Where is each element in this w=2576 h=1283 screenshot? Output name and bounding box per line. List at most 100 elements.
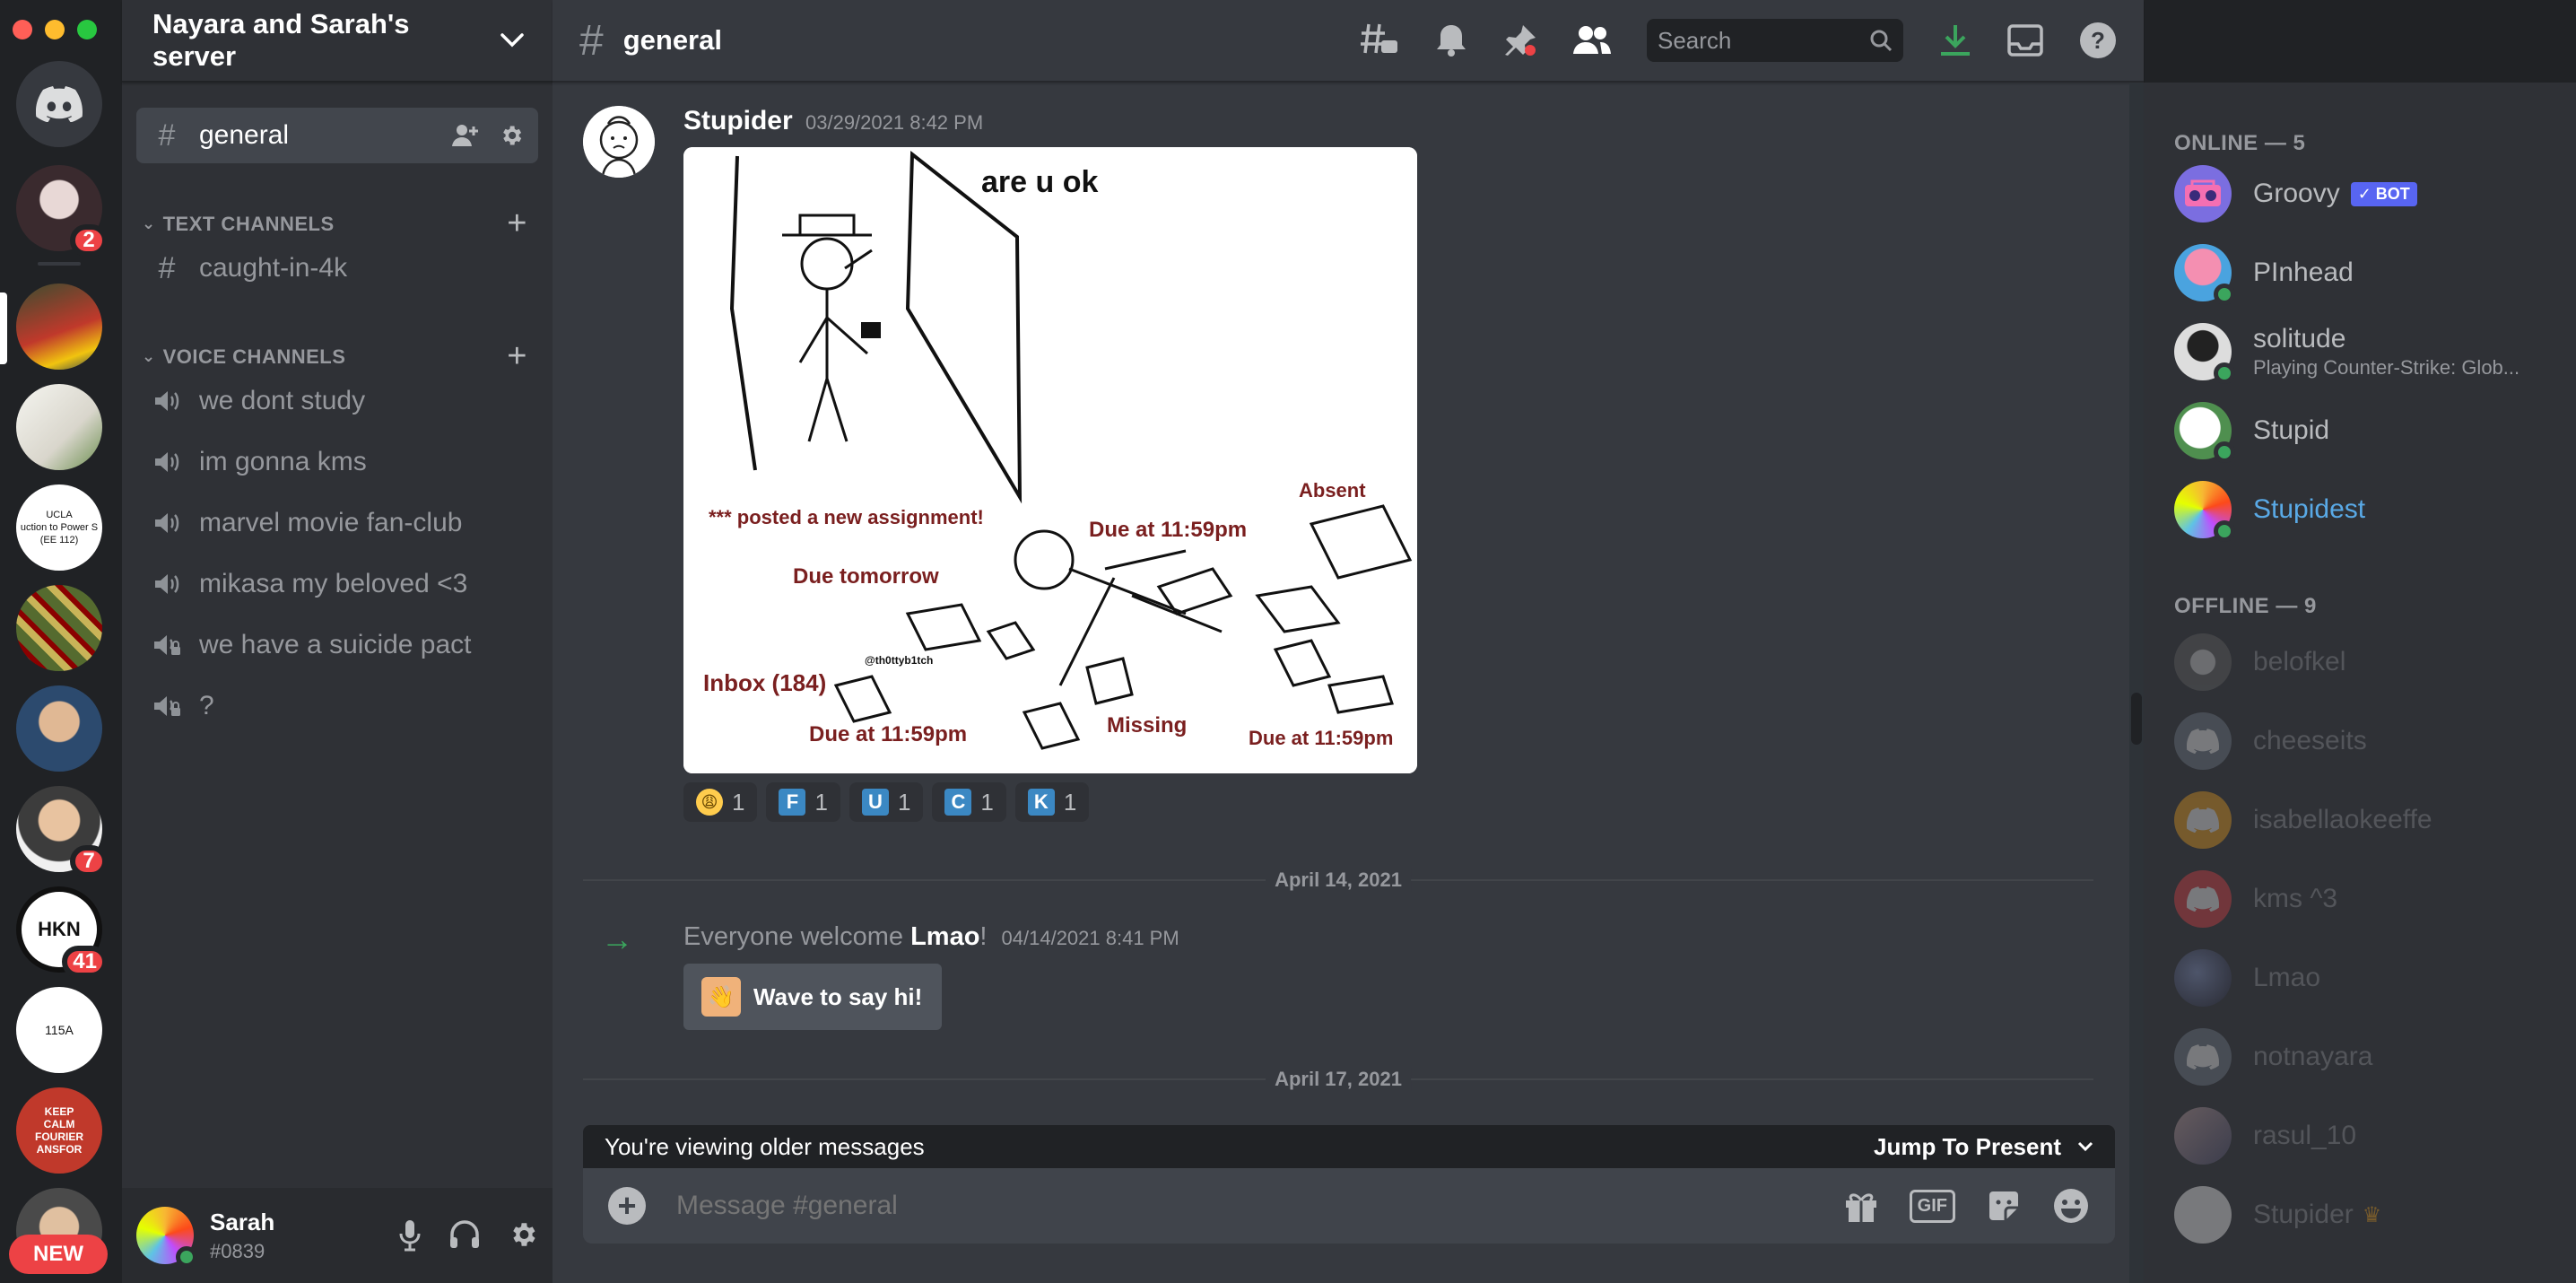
avatar — [2174, 633, 2232, 691]
avatar — [2174, 1028, 2232, 1086]
meme-drawing: are u ok *** posted a new assignment! Ab… — [683, 147, 1417, 773]
minimize-window-button[interactable] — [45, 20, 65, 39]
reaction-k[interactable]: K1 — [1014, 782, 1090, 822]
sticker-icon[interactable] — [1986, 1188, 2022, 1224]
text-channels-category[interactable]: ⌄ TEXT CHANNELS + — [133, 205, 549, 243]
emoji-picker-icon[interactable] — [2052, 1187, 2090, 1225]
member-pinhead[interactable]: PInhead — [2174, 237, 2569, 309]
server-icon-hkn[interactable]: HKN 41 — [16, 886, 108, 978]
voice-channel-marvel[interactable]: marvel movie fan-club — [136, 495, 538, 551]
member-belofkel[interactable]: belofkel — [2174, 626, 2569, 698]
meme-label-due-3: Due at 11:59pm — [1249, 727, 1393, 749]
reaction-f[interactable]: F1 — [766, 782, 840, 822]
jump-to-present-button[interactable]: Jump To Present — [1874, 1133, 2093, 1161]
member-name: Stupider — [2253, 1200, 2354, 1229]
avatar — [2174, 712, 2232, 770]
gear-icon[interactable] — [499, 123, 524, 148]
add-channel-icon[interactable]: + — [507, 337, 527, 376]
inbox-icon[interactable] — [2007, 24, 2043, 57]
member-lmao[interactable]: Lmao — [2174, 942, 2569, 1014]
search-input[interactable]: Search — [1647, 19, 1903, 62]
letter-u-icon: U — [861, 789, 889, 816]
discord-logo-icon — [2187, 1044, 2219, 1069]
voice-channel-im-gonna-kms[interactable]: im gonna kms — [136, 434, 538, 490]
channel-label: marvel movie fan-club — [199, 508, 463, 537]
avatar — [2174, 1107, 2232, 1165]
member-list-icon[interactable] — [1573, 25, 1611, 56]
pin-icon[interactable] — [1503, 23, 1537, 57]
system-suffix: ! — [979, 922, 988, 951]
user-tag: #0839 — [210, 1239, 265, 1262]
server-icon-ucla[interactable]: UCLA uction to Power S (EE 112) — [16, 484, 102, 571]
threads-icon[interactable] — [1360, 22, 1399, 58]
avatar[interactable] — [136, 1207, 197, 1268]
bell-icon[interactable] — [1435, 23, 1467, 57]
channel-caught-in-4k[interactable]: # caught-in-4k — [136, 240, 538, 296]
member-solitude[interactable]: solitude Playing Counter-Strike: Glob... — [2174, 316, 2569, 388]
server-icon-current[interactable] — [16, 284, 102, 370]
chat-area: # general Search ? Stupider 03/29/2021 8… — [553, 0, 2144, 1283]
server-icon-person[interactable] — [16, 685, 102, 772]
new-badge[interactable]: NEW — [9, 1235, 108, 1274]
message-composer: + GIF — [583, 1168, 2115, 1244]
voice-channel-we-dont-study[interactable]: we dont study — [136, 373, 538, 429]
voice-channels-category[interactable]: ⌄ VOICE CHANNELS + — [133, 337, 549, 376]
help-icon[interactable]: ? — [2079, 22, 2117, 59]
server-icon-person-2[interactable]: 7 — [16, 786, 108, 877]
scrollbar-thumb[interactable] — [2131, 693, 2142, 745]
member-isabellaokeeffe[interactable]: isabellaokeeffe — [2174, 784, 2569, 856]
meme-label-absent: Absent — [1299, 479, 1366, 502]
avatar[interactable] — [583, 106, 655, 178]
headphones-icon[interactable] — [448, 1219, 481, 1250]
date-divider: April 17, 2021 — [583, 1068, 2093, 1091]
zoom-window-button[interactable] — [77, 20, 97, 39]
microphone-icon[interactable] — [398, 1219, 422, 1252]
voice-channel-question[interactable]: ? — [136, 678, 538, 734]
scrollbar[interactable] — [2129, 83, 2144, 1283]
online-status-icon — [176, 1246, 197, 1268]
server-icon-keep-calm[interactable]: KEEP CALM FOURIER ANSFOR — [16, 1087, 102, 1174]
server-icon-game[interactable] — [16, 585, 102, 671]
meme-image[interactable]: are u ok *** posted a new assignment! Ab… — [683, 147, 1417, 773]
add-attachment-button[interactable]: + — [608, 1187, 646, 1225]
server-rail: 2 UCLA uction to Power S (EE 112) 7 HKN … — [0, 0, 122, 1283]
reaction-c[interactable]: C1 — [932, 782, 1006, 822]
reaction-count: 1 — [1063, 788, 1077, 816]
close-window-button[interactable] — [13, 20, 32, 39]
gif-button[interactable]: GIF — [1909, 1189, 1955, 1223]
server-icon-115a[interactable]: 115A — [16, 987, 102, 1073]
voice-channel-mikasa[interactable]: mikasa my beloved <3 — [136, 556, 538, 612]
wave-label: Wave to say hi! — [753, 982, 923, 1010]
member-stupidest[interactable]: Stupidest — [2174, 474, 2569, 545]
add-channel-icon[interactable]: + — [507, 205, 527, 243]
server-icon-anime[interactable]: 2 — [16, 165, 108, 257]
member-stupid[interactable]: Stupid — [2174, 395, 2569, 467]
reaction-u[interactable]: U1 — [849, 782, 924, 822]
channel-label: ? — [199, 691, 214, 720]
member-cheeseits[interactable]: cheeseits — [2174, 705, 2569, 777]
gear-icon[interactable] — [508, 1219, 538, 1250]
discord-logo-icon — [36, 86, 83, 122]
server-header[interactable]: Nayara and Sarah's server — [122, 0, 553, 83]
voice-channel-pact[interactable]: we have a suicide pact — [136, 617, 538, 673]
member-rasul[interactable]: rasul_10 — [2174, 1100, 2569, 1172]
member-stupider[interactable]: Stupider ♛ — [2174, 1179, 2569, 1251]
discord-logo-icon — [2187, 886, 2219, 912]
speaker-icon — [151, 572, 183, 596]
avatar — [2174, 165, 2232, 223]
gift-icon[interactable] — [1843, 1188, 1879, 1224]
meme-label-inbox: Inbox (184) — [703, 669, 826, 696]
reaction-weary[interactable]: 😩 1 — [683, 782, 758, 822]
message-author[interactable]: Stupider — [683, 106, 793, 136]
member-notnayara[interactable]: notnayara — [2174, 1021, 2569, 1093]
member-groovy[interactable]: Groovy ✓ BOT — [2174, 158, 2569, 230]
wave-button[interactable]: 👋 Wave to say hi! — [683, 964, 942, 1030]
message-input[interactable] — [676, 1191, 1843, 1221]
server-icon-room[interactable] — [16, 384, 102, 470]
invite-people-icon[interactable] — [452, 123, 479, 148]
member-kms[interactable]: kms ^3 — [2174, 863, 2569, 935]
download-icon[interactable] — [1939, 23, 1971, 57]
joined-username[interactable]: Lmao — [910, 922, 979, 951]
channel-general[interactable]: # general — [136, 108, 538, 163]
home-button[interactable] — [16, 61, 102, 147]
